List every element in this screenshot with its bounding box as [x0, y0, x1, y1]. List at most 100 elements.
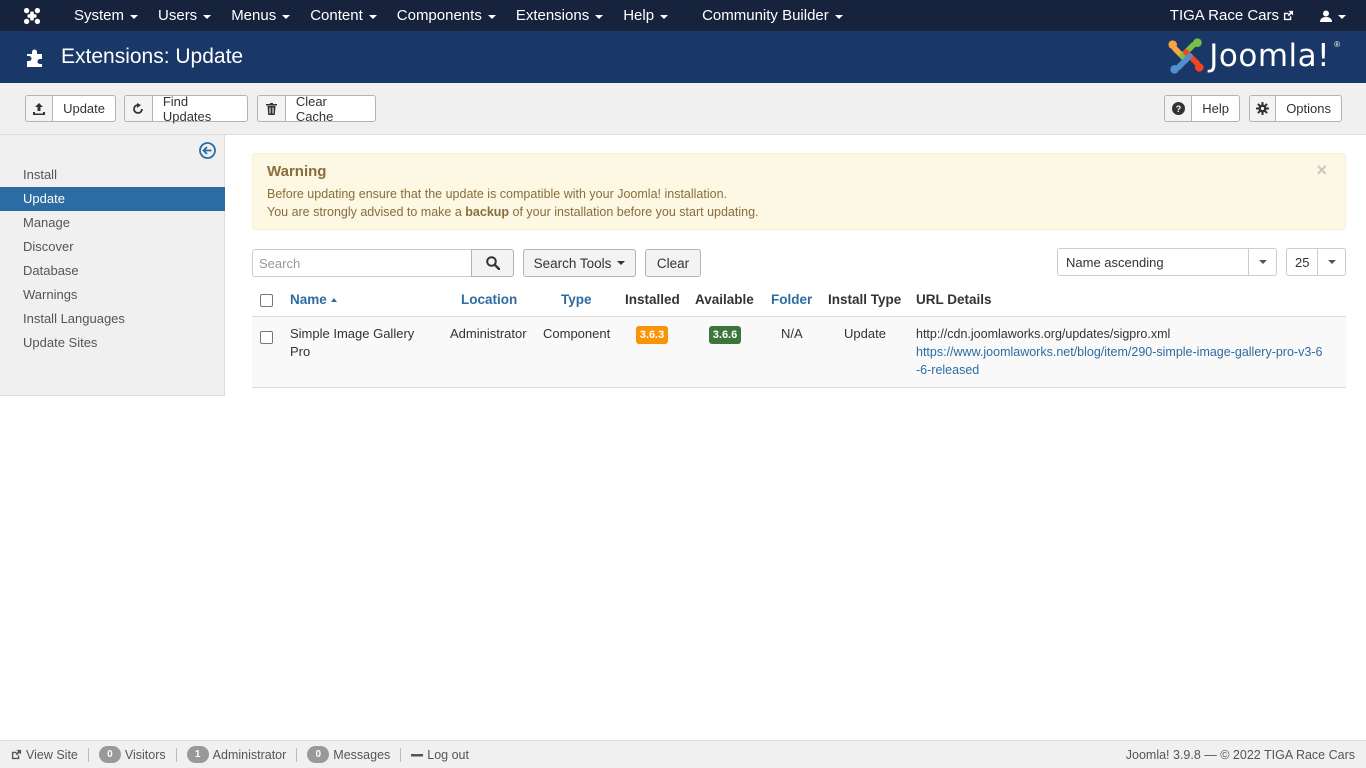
alert-close-button[interactable]: × [1316, 160, 1327, 181]
menu-components-label: Components [396, 7, 482, 24]
status-divider [87, 747, 89, 762]
caret-down-icon [1317, 249, 1345, 275]
caret-down-icon [130, 14, 139, 19]
search-input[interactable] [252, 249, 472, 277]
administrator-link[interactable]: 1 Administrator [186, 746, 286, 763]
column-header-url-details: URL Details [916, 292, 992, 307]
search-tools-button[interactable]: Search Tools [523, 249, 636, 277]
limit-select[interactable]: 25 [1286, 248, 1346, 276]
status-divider [400, 747, 402, 762]
page-title: Extensions: Update [61, 45, 244, 68]
messages-label: Messages [333, 747, 391, 762]
footer-copyright: — © 2022 TIGA Race Cars [1204, 747, 1355, 762]
menu-extensions-label: Extensions [515, 7, 590, 24]
alert-line-2-post: of your installation before you start up… [509, 205, 759, 219]
sidebar-item-install-languages[interactable]: Install Languages [0, 307, 225, 331]
sidebar-item-update-sites[interactable]: Update Sites [0, 331, 225, 355]
row-update-url: http://cdn.joomlaworks.org/updates/sigpr… [916, 327, 1171, 341]
menu-help[interactable]: Help [613, 0, 678, 31]
column-header-folder[interactable]: Folder [771, 292, 812, 307]
site-name: TIGA Race Cars [1169, 7, 1279, 24]
clear-cache-button-label: Clear Cache [295, 93, 334, 124]
column-header-install-type: Install Type [828, 292, 902, 307]
ordering-select[interactable]: Name ascending [1057, 248, 1277, 276]
sidebar-item-manage[interactable]: Manage [0, 211, 225, 235]
menu-extensions[interactable]: Extensions [506, 0, 613, 31]
ordering-select-value: Name ascending [1066, 254, 1164, 270]
menu-community-builder[interactable]: Community Builder [692, 0, 853, 31]
messages-link[interactable]: 0 Messages [307, 746, 390, 763]
alert-heading: Warning [267, 163, 327, 180]
visitors-link[interactable]: 0 Visitors [98, 746, 166, 763]
joomla-brand-text: Joomla! [1209, 38, 1331, 74]
minus-icon [411, 749, 424, 761]
column-header-name-label: Name [290, 292, 327, 307]
view-site-link[interactable]: View Site [11, 748, 78, 762]
visitors-count-badge: 0 [98, 746, 121, 763]
status-divider [175, 747, 177, 762]
available-version-badge: 3.6.6 [709, 326, 741, 344]
search-button[interactable] [471, 249, 514, 277]
sidebar-item-database[interactable]: Database [0, 259, 225, 283]
page-header: Extensions: Update Joomla! ® [0, 31, 1366, 83]
search-tools-label: Search Tools [533, 255, 612, 271]
menu-users[interactable]: Users [148, 0, 221, 31]
menu-users-label: Users [158, 7, 198, 24]
gear-icon [1250, 96, 1277, 121]
table-header: Name Location Type Installed Available F… [252, 287, 1346, 317]
options-button-label: Options [1286, 101, 1331, 116]
column-header-type[interactable]: Type [561, 292, 592, 307]
row-name-line-2: Pro [290, 344, 311, 359]
menu-help-label: Help [623, 7, 655, 24]
column-header-name[interactable]: Name [290, 292, 337, 307]
status-divider [296, 747, 298, 762]
sidebar-item-install[interactable]: Install [0, 163, 225, 187]
sidebar-item-update[interactable]: Update [0, 187, 225, 211]
alert-line-1: Before updating ensure that the update i… [267, 187, 727, 201]
sidebar-item-discover[interactable]: Discover [0, 235, 225, 259]
alert-line-2-bold: backup [465, 205, 510, 219]
question-icon: ? [1165, 96, 1193, 121]
svg-text:?: ? [1175, 104, 1181, 114]
help-button[interactable]: ? Help [1164, 95, 1240, 122]
caret-down-icon [203, 14, 212, 19]
menu-system-label: System [74, 7, 125, 24]
joomla-version: Joomla! 3.9.8 [1125, 747, 1201, 762]
menu-menus[interactable]: Menus [221, 0, 300, 31]
row-checkbox[interactable] [260, 331, 273, 344]
row-info-link-line-2: -6-released [916, 363, 980, 377]
logout-link[interactable]: Log out [411, 748, 469, 762]
table-row: Simple Image Gallery Pro Administrator C… [252, 317, 1346, 388]
menu-system[interactable]: System [64, 0, 148, 31]
external-link-icon [1283, 10, 1294, 21]
find-updates-button-label: Find Updates [162, 93, 212, 124]
footer-version: Joomla! 3.9.8 — © 2022 TIGA Race Cars [1126, 748, 1355, 762]
update-button-label: Update [63, 101, 105, 116]
row-name: Simple Image Gallery Pro [290, 325, 440, 361]
options-button[interactable]: Options [1249, 95, 1342, 122]
select-all-checkbox[interactable] [260, 294, 273, 307]
view-site-label: View Site [26, 747, 78, 762]
menu-components[interactable]: Components [387, 0, 506, 31]
upload-icon [26, 96, 54, 121]
menu-content[interactable]: Content [300, 0, 387, 31]
site-link[interactable]: TIGA Race Cars [1158, 0, 1306, 31]
clear-cache-button[interactable]: Clear Cache [257, 93, 376, 124]
clear-button[interactable]: Clear [645, 249, 701, 277]
menu-content-label: Content [310, 7, 363, 24]
collapse-sidebar-icon[interactable] [199, 142, 216, 159]
sidebar: Install Update Manage Discover Database … [0, 135, 225, 396]
find-updates-button[interactable]: Find Updates [124, 93, 248, 124]
row-url-details: http://cdn.joomlaworks.org/updates/sigpr… [916, 325, 1341, 379]
alert-line-2-pre: You are strongly advised to make a [267, 205, 466, 219]
sidebar-item-warnings[interactable]: Warnings [0, 283, 225, 307]
update-button[interactable]: Update [25, 95, 116, 122]
row-info-link[interactable]: https://www.joomlaworks.net/blog/item/29… [916, 343, 1341, 379]
row-info-link-line-1: https://www.joomlaworks.net/blog/item/29… [916, 345, 1323, 359]
user-menu[interactable] [1306, 0, 1366, 31]
column-header-location[interactable]: Location [461, 292, 517, 307]
joomla-logo-icon[interactable] [0, 0, 64, 31]
installed-version-badge: 3.6.3 [636, 326, 668, 344]
external-link-icon [11, 749, 22, 760]
search-icon [485, 256, 500, 270]
